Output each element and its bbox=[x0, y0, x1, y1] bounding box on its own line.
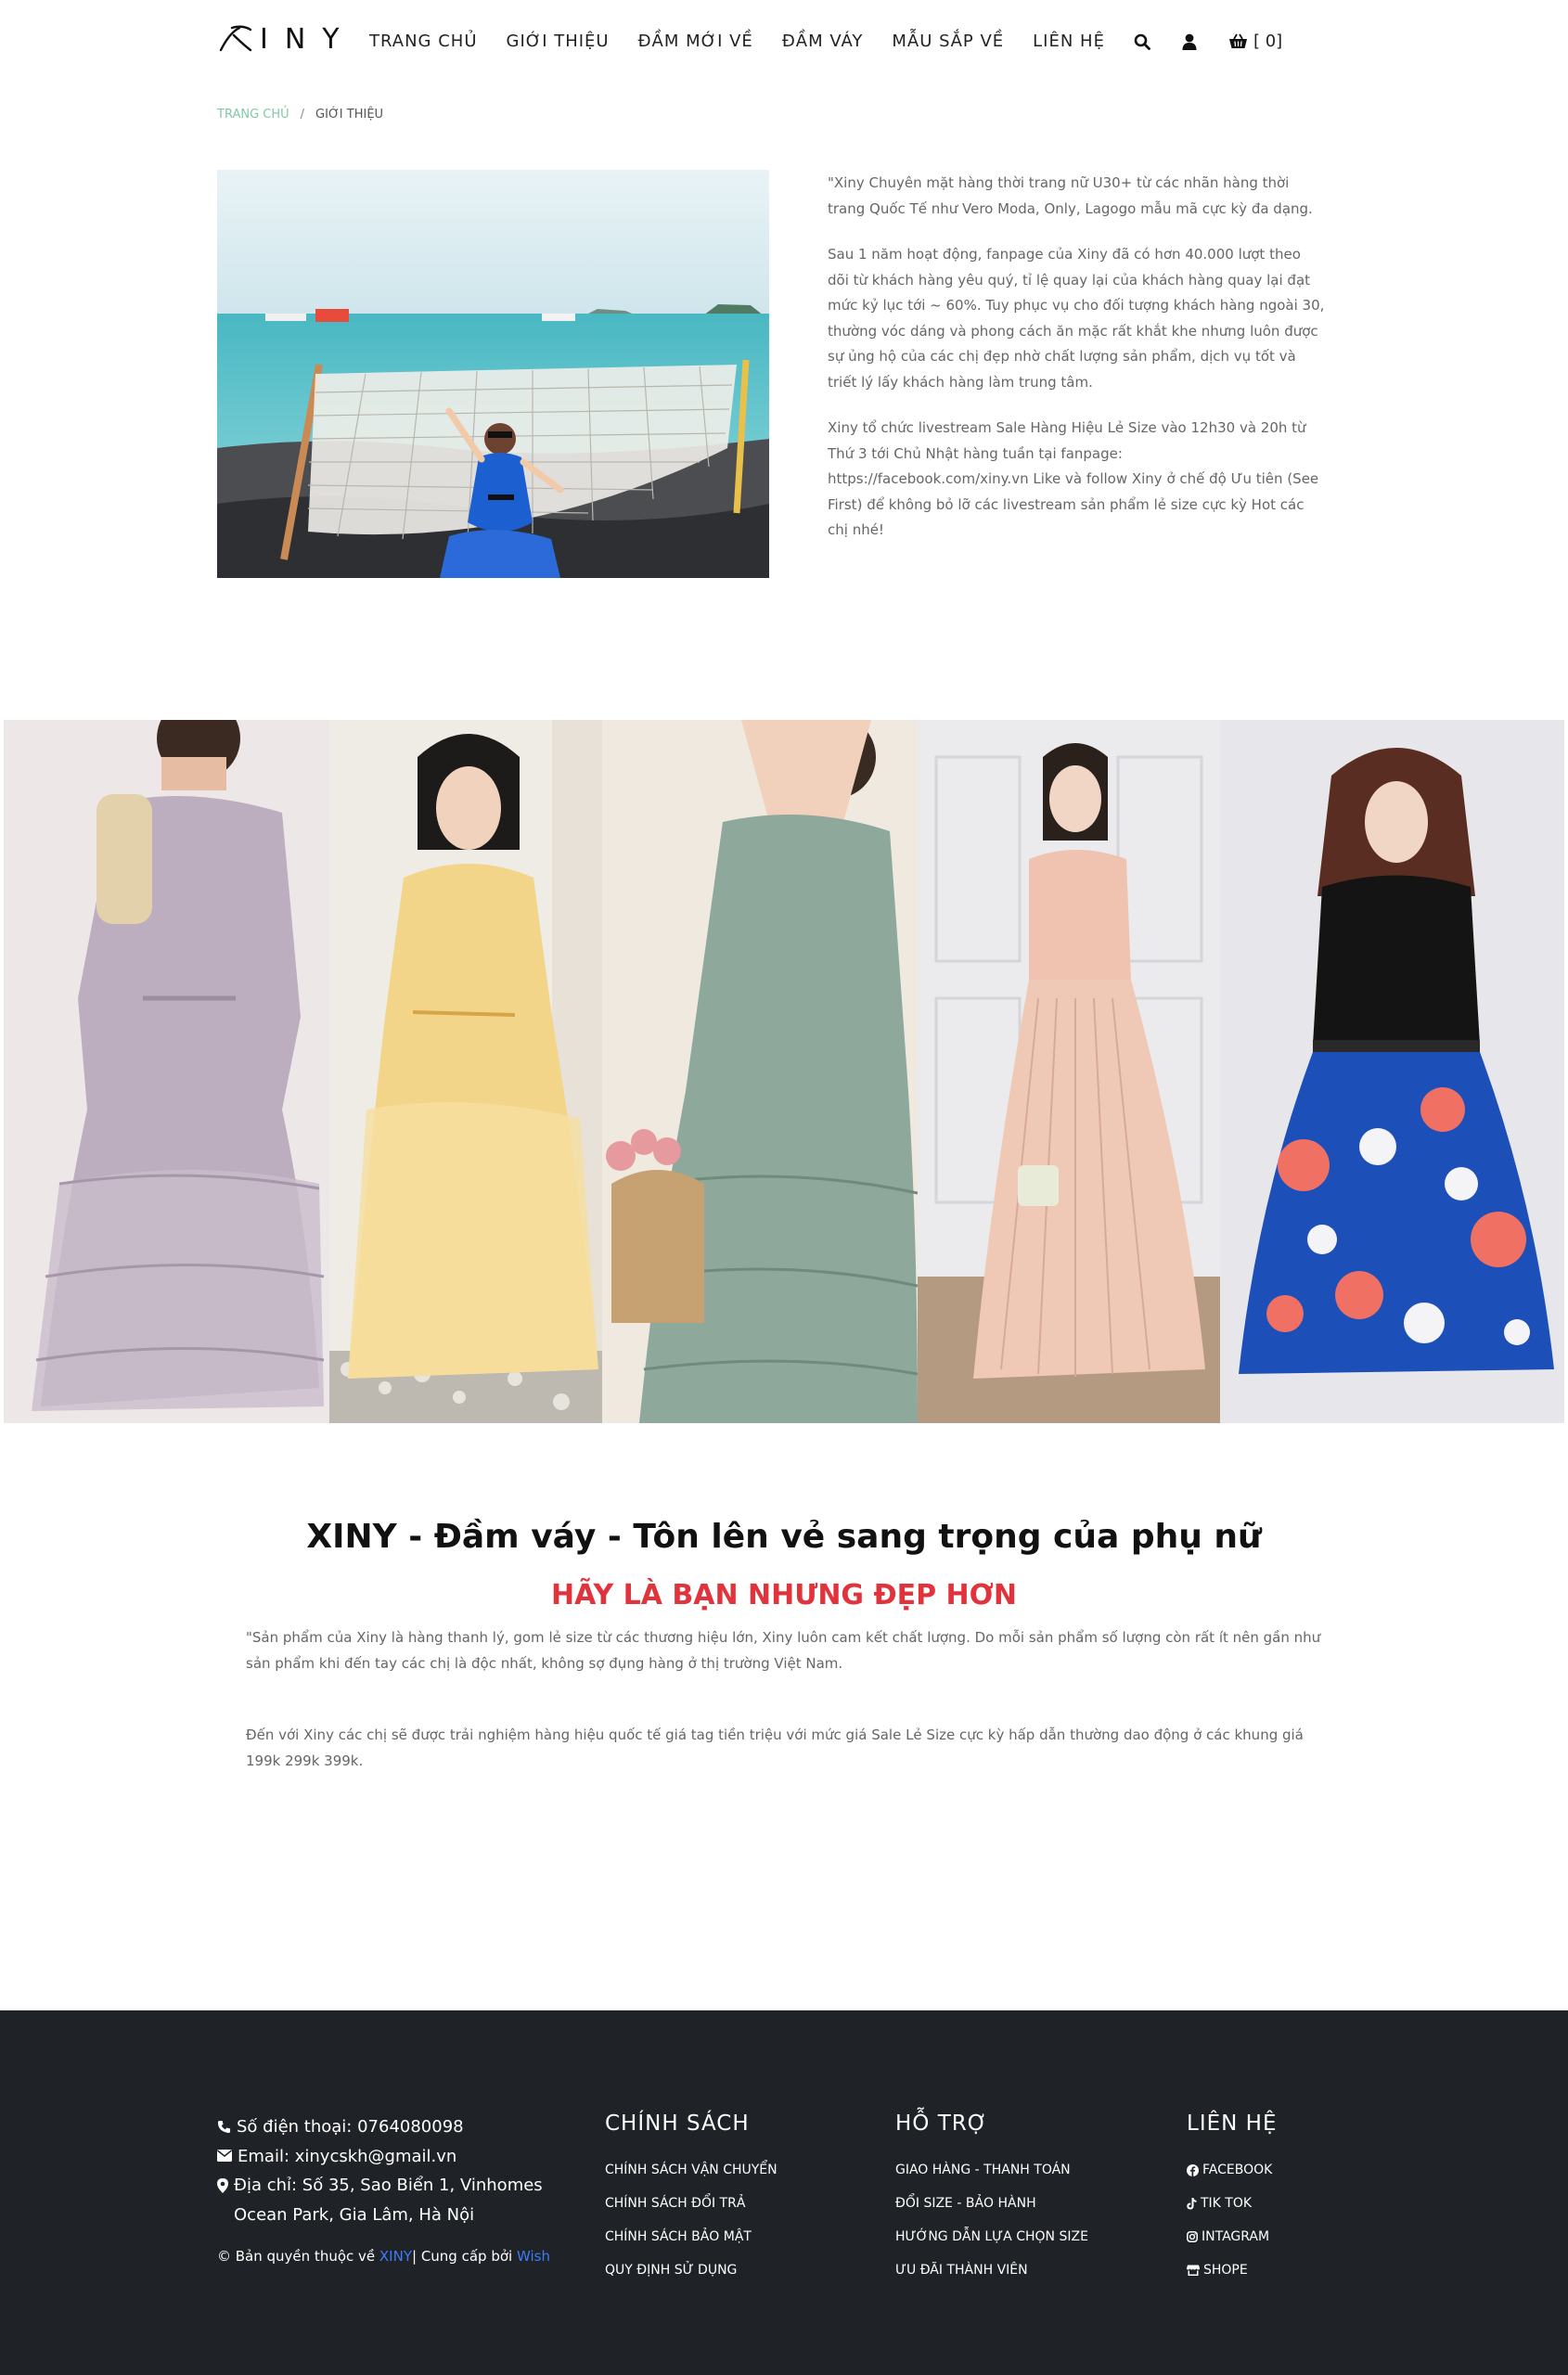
breadcrumb-separator: / bbox=[300, 108, 305, 122]
site-footer: Số điện thoại: 0764080098 Email: xinycsk… bbox=[0, 2010, 1568, 2375]
nav-dam-moi-ve[interactable]: ĐẦM MỚI VỀ bbox=[638, 32, 753, 51]
tagline-title: XINY - Đầm váy - Tôn lên vẻ sang trọng c… bbox=[306, 1518, 1262, 1556]
intro-paragraph-3: Xiny tổ chức livestream Sale Hàng Hiệu L… bbox=[828, 419, 1319, 538]
nav-dam-vay[interactable]: ĐẦM VÁY bbox=[782, 32, 864, 51]
cart-count: [ 0] bbox=[1253, 32, 1283, 51]
footer-link-facebook[interactable]: FACEBOOK bbox=[1187, 2162, 1277, 2178]
footer-column-contact: LIÊN HỆ FACEBOOK TIK TOK INTAGRAM SHOPE bbox=[1187, 2112, 1277, 2295]
intro-hammock-photo bbox=[217, 170, 769, 578]
nav-trang-chu[interactable]: TRANG CHỦ bbox=[369, 32, 478, 51]
main-nav: TRANG CHỦ GIỚI THIỆU ĐẦM MỚI VỀ ĐẦM VÁY … bbox=[369, 32, 1282, 51]
tiktok-icon bbox=[1187, 2197, 1197, 2209]
footer-link-delivery-payment[interactable]: GIAO HÀNG - THANH TOÁN bbox=[895, 2162, 1088, 2178]
dress-photo-blush bbox=[918, 720, 1220, 1423]
footer-link-tiktok[interactable]: TIK TOK bbox=[1187, 2195, 1277, 2212]
footer-brand-link[interactable]: XINY bbox=[379, 2248, 412, 2265]
footer-link-size-exchange-warranty[interactable]: ĐỔI SIZE - BẢO HÀNH bbox=[895, 2195, 1088, 2212]
footer-link-instagram[interactable]: INTAGRAM bbox=[1187, 2228, 1277, 2245]
user-icon bbox=[1182, 33, 1197, 50]
shop-icon bbox=[1187, 2265, 1200, 2276]
intro-text: "Xiny Chuyên mặt hàng thời trang nữ U30+… bbox=[828, 171, 1325, 564]
nav-mau-sap-ve[interactable]: MẪU SẮP VỀ bbox=[892, 32, 1004, 51]
envelope-icon bbox=[217, 2149, 232, 2162]
footer-link-shopee[interactable]: SHOPE bbox=[1187, 2262, 1277, 2279]
logo-x-mark-icon bbox=[219, 25, 252, 52]
footer-provider-link[interactable]: Wish bbox=[517, 2248, 550, 2265]
nav-lien-he[interactable]: LIÊN HỆ bbox=[1033, 32, 1105, 51]
instagram-icon bbox=[1187, 2231, 1198, 2242]
breadcrumb: TRANG CHỦ / GIỚI THIỆU bbox=[217, 108, 383, 122]
site-logo[interactable]: INY bbox=[217, 20, 356, 58]
footer-link-return-policy[interactable]: CHÍNH SÁCH ĐỔI TRẢ bbox=[605, 2195, 778, 2212]
dress-photo-sage bbox=[602, 720, 918, 1423]
footer-column-title: CHÍNH SÁCH bbox=[605, 2112, 750, 2136]
dress-photo-lavender bbox=[4, 720, 329, 1423]
cart-button[interactable]: [ 0] bbox=[1228, 32, 1282, 51]
footer-link-size-guide[interactable]: HƯỚNG DẪN LỰA CHỌN SIZE bbox=[895, 2228, 1088, 2245]
dress-photo-yellow bbox=[329, 720, 602, 1423]
tagline-paragraph-2: Đến với Xiny các chị sẽ được trải nghiệm… bbox=[246, 1727, 1304, 1769]
footer-link-terms-of-use[interactable]: QUY ĐỊNH SỬ DỤNG bbox=[605, 2262, 778, 2279]
phone-icon bbox=[217, 2120, 231, 2134]
account-button[interactable] bbox=[1182, 33, 1197, 50]
intro-paragraph-1: "Xiny Chuyên mặt hàng thời trang nữ U30+… bbox=[828, 174, 1313, 217]
footer-address: Địa chỉ: Số 35, Sao Biển 1, Vinhomes Oce… bbox=[217, 2171, 551, 2229]
search-button[interactable] bbox=[1134, 33, 1150, 50]
footer-contact: Số điện thoại: 0764080098 Email: xinycsk… bbox=[217, 2112, 551, 2272]
intro-paragraph-2: Sau 1 năm hoạt động, fanpage của Xiny đã… bbox=[828, 246, 1325, 391]
footer-column-title: LIÊN HỆ bbox=[1187, 2112, 1278, 2136]
tagline-paragraph-1: "Sản phẩm của Xiny là hàng thanh lý, gom… bbox=[246, 1629, 1321, 1672]
map-marker-icon bbox=[217, 2178, 228, 2193]
facebook-icon bbox=[1187, 2163, 1199, 2176]
footer-column-title: HỖ TRỢ bbox=[895, 2112, 988, 2136]
footer-copyright: © Bản quyền thuộc về XINY| Cung cấp bởi … bbox=[217, 2248, 550, 2265]
nav-gioi-thieu[interactable]: GIỚI THIỆU bbox=[507, 32, 610, 51]
basket-icon bbox=[1228, 33, 1247, 48]
dress-collection-banner bbox=[4, 720, 1564, 1423]
site-header: INY TRANG CHỦ GIỚI THIỆU ĐẦM MỚI VỀ ĐẦM … bbox=[0, 0, 1568, 91]
footer-link-shipping-policy[interactable]: CHÍNH SÁCH VẬN CHUYỂN bbox=[605, 2162, 778, 2178]
logo-text: INY bbox=[260, 22, 356, 56]
search-icon bbox=[1134, 33, 1150, 50]
tagline-subtitle: HÃY LÀ BẠN NHƯNG ĐẸP HƠN bbox=[551, 1579, 1017, 1611]
footer-column-policy: CHÍNH SÁCH CHÍNH SÁCH VẬN CHUYỂN CHÍNH S… bbox=[605, 2112, 778, 2295]
breadcrumb-current: GIỚI THIỆU bbox=[315, 108, 384, 122]
footer-link-member-offers[interactable]: ƯU ĐÃI THÀNH VIÊN bbox=[895, 2262, 1088, 2279]
breadcrumb-home-link[interactable]: TRANG CHỦ bbox=[217, 108, 289, 122]
dress-photo-floral bbox=[1220, 720, 1564, 1423]
footer-email[interactable]: Email: xinycskh@gmail.vn bbox=[217, 2142, 551, 2172]
footer-column-support: HỖ TRỢ GIAO HÀNG - THANH TOÁN ĐỔI SIZE -… bbox=[895, 2112, 1088, 2295]
footer-link-privacy-policy[interactable]: CHÍNH SÁCH BẢO MẬT bbox=[605, 2228, 778, 2245]
footer-phone[interactable]: Số điện thoại: 0764080098 bbox=[217, 2112, 551, 2142]
